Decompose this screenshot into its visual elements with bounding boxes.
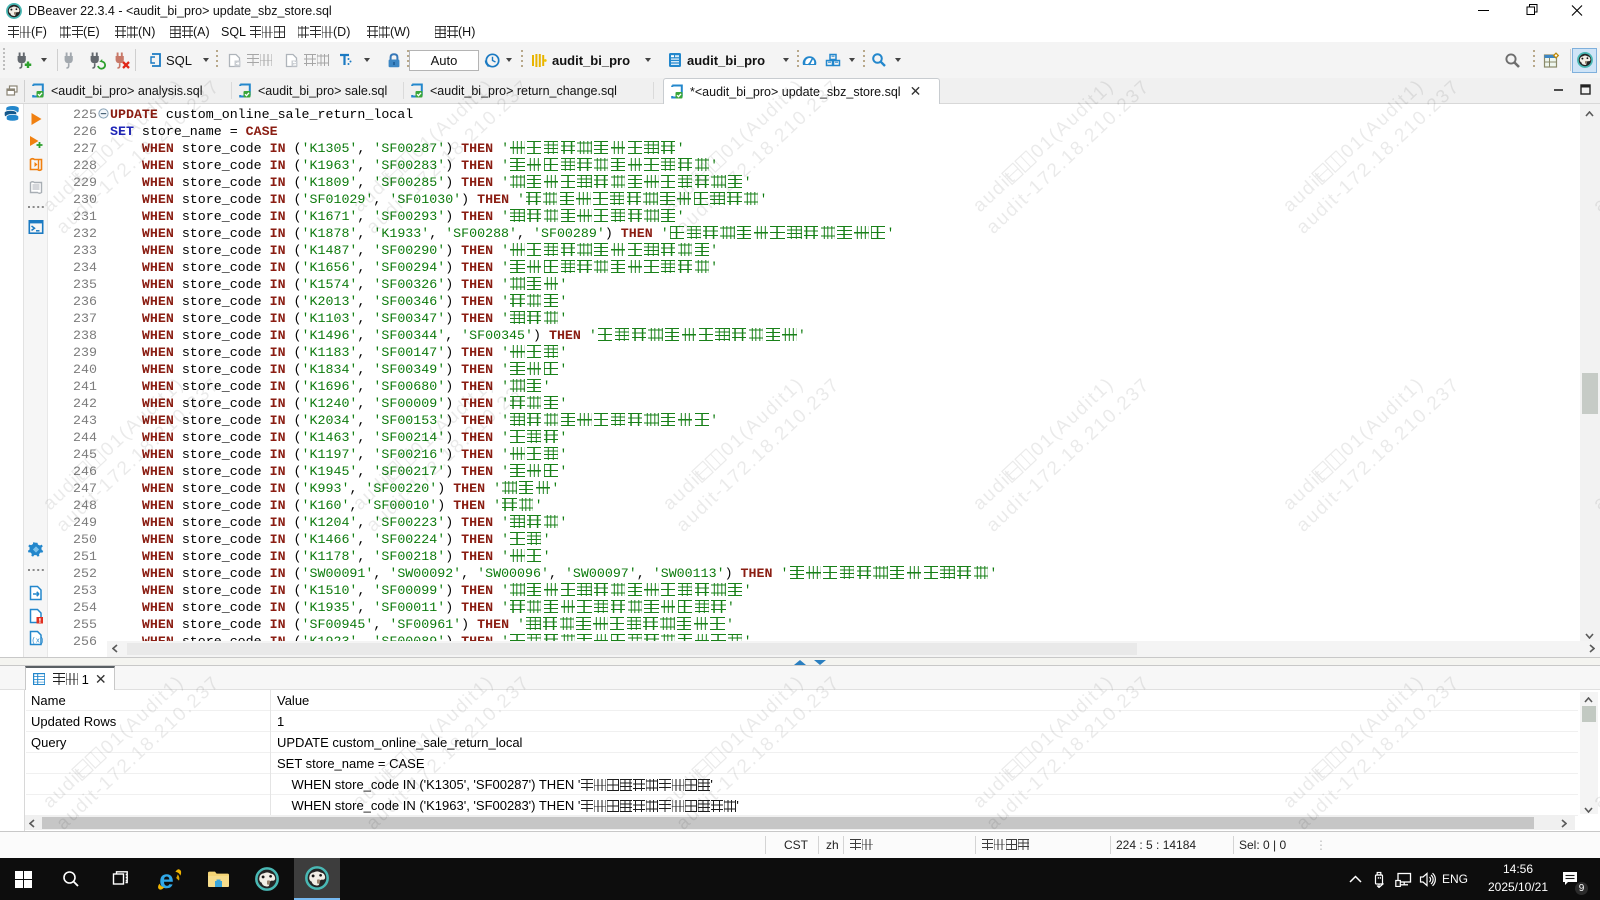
svg-text:(x): (x) xyxy=(31,638,43,646)
